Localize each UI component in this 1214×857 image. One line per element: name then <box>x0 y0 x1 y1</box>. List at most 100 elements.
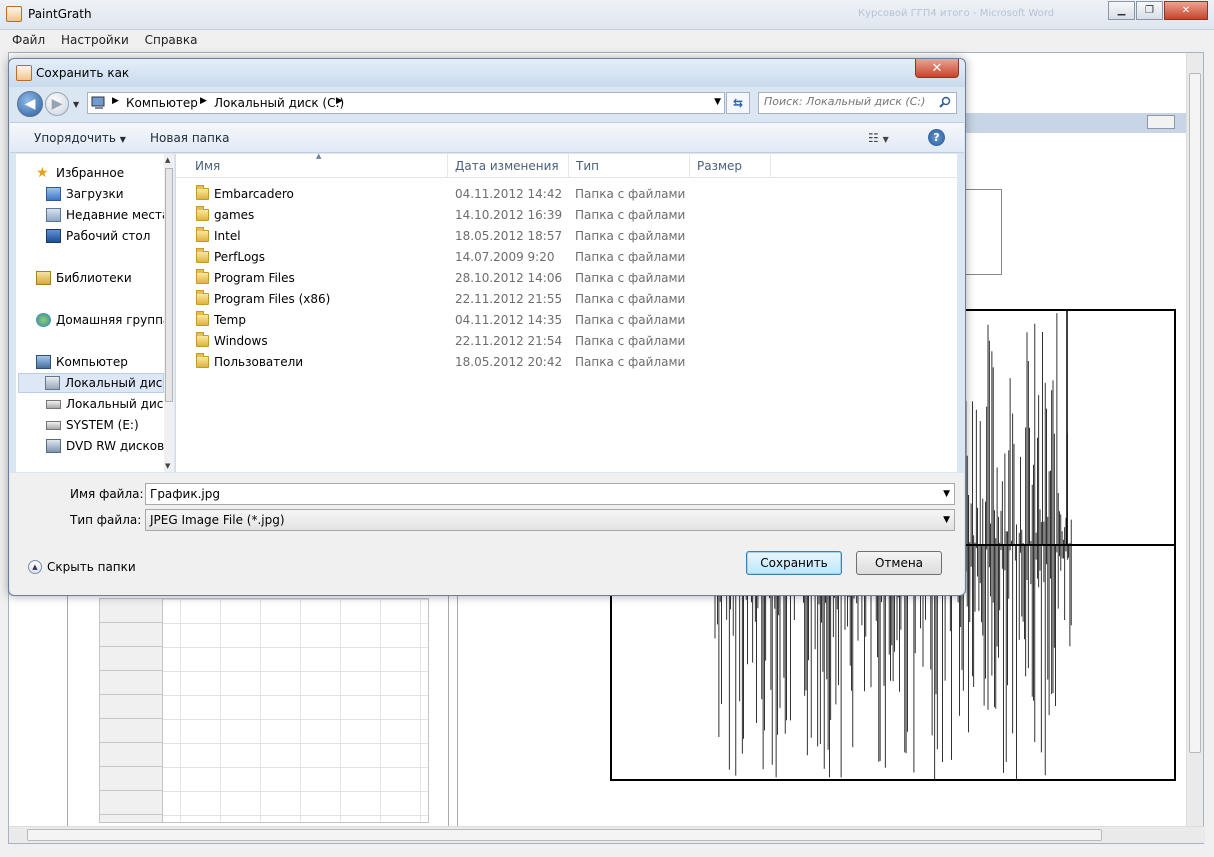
dialog-titlebar: Сохранить как ✕ <box>9 59 965 87</box>
cancel-button[interactable]: Отмена <box>856 551 942 575</box>
drive-icon <box>46 420 61 430</box>
address-dropdown-icon[interactable]: ▼ <box>714 97 721 107</box>
folder-icon <box>196 227 209 242</box>
nav-favorites[interactable]: ★ Избранное <box>36 163 174 183</box>
minimize-button[interactable]: ▁ <box>1108 1 1135 20</box>
column-headers: ▲ Имя Дата изменения Тип Размер <box>176 152 958 178</box>
column-date-modified[interactable]: Дата изменения <box>449 154 569 178</box>
filetype-label: Тип файла: <box>70 513 142 527</box>
view-options-button[interactable]: ☷ ▼ <box>868 131 889 145</box>
breadcrumb-separator-icon[interactable]: ▶ <box>200 96 207 106</box>
file-name: Program Files (x86) <box>214 292 331 306</box>
dialog-footer: Имя файла: График.jpg ▼ Тип файла: JPEG … <box>10 473 964 595</box>
chevron-down-icon[interactable]: ▼ <box>943 489 950 499</box>
restore-button[interactable]: ❐ <box>1136 1 1163 20</box>
file-row[interactable]: games 14.10.2012 16:39 Папка с файлами <box>176 205 958 226</box>
navigation-bar: ◀ ▶ ▼ ▶ Компьютер ▶ Локальный диск (C:) … <box>9 87 965 121</box>
chevron-down-icon: ▼ <box>119 135 126 144</box>
file-row[interactable]: Embarcadero 04.11.2012 14:42 Папка с файла… <box>176 184 958 205</box>
breadcrumb-drive-c[interactable]: Локальный диск (C:) <box>214 96 344 110</box>
nav-libraries[interactable]: Библиотеки <box>36 268 174 288</box>
file-date: 22.11.2012 21:54 <box>455 334 563 348</box>
chevron-up-icon: ▲ <box>28 560 42 574</box>
breadcrumb-separator-icon[interactable]: ▶ <box>336 96 343 106</box>
new-folder-button[interactable]: Новая папка <box>150 131 229 145</box>
file-date: 18.05.2012 20:42 <box>455 355 563 369</box>
file-row[interactable]: Temp 04.11.2012 14:35 Папка с файлами <box>176 310 958 331</box>
dialog-icon <box>16 65 32 81</box>
nav-dvd-drive[interactable]: DVD RW дисковод <box>46 436 174 456</box>
file-type: Папка с файлами <box>575 292 686 306</box>
file-date: 04.11.2012 14:35 <box>455 313 563 327</box>
file-row[interactable]: Program Files (x86) 22.11.2012 21:55 Папка… <box>176 289 958 310</box>
file-row[interactable]: Windows 22.11.2012 21:54 Папка с файлами <box>176 331 958 352</box>
organize-button[interactable]: Упорядочить ▼ <box>34 131 126 145</box>
data-grid[interactable] <box>99 598 429 823</box>
nav-homegroup[interactable]: Домашняя группа <box>36 310 174 330</box>
nav-recent-places[interactable]: Недавние места <box>46 205 174 225</box>
file-name: Temp <box>214 313 246 327</box>
forward-button[interactable]: ▶ <box>45 92 69 116</box>
homegroup-icon <box>36 313 51 327</box>
file-row[interactable]: Пользователи 18.05.2012 20:42 Папка с файл… <box>176 352 958 373</box>
child-restore-button[interactable] <box>1147 115 1175 129</box>
column-size[interactable]: Размер <box>691 154 771 178</box>
search-icon[interactable] <box>939 96 951 108</box>
history-dropdown-icon[interactable]: ▼ <box>73 100 79 109</box>
nav-drive-c[interactable]: Локальный диск (C:) <box>18 373 164 393</box>
nav-downloads[interactable]: Загрузки <box>46 184 174 204</box>
menubar: Файл Настройки Справка <box>0 31 1214 51</box>
hide-folders-toggle[interactable]: ▲ Скрыть папки <box>28 560 136 574</box>
file-row[interactable]: PerfLogs 14.07.2009 9:20 Папка с файлами <box>176 247 958 268</box>
navigation-scrollbar[interactable]: ▲ ▼ <box>164 154 174 472</box>
search-input[interactable] <box>764 95 934 108</box>
file-list: ▲ Имя Дата изменения Тип Размер Embarcad… <box>175 152 958 472</box>
nav-computer[interactable]: Компьютер <box>36 352 174 372</box>
help-button[interactable]: ? <box>928 129 945 146</box>
file-name: Windows <box>214 334 268 348</box>
menu-settings[interactable]: Настройки <box>61 33 129 47</box>
save-button[interactable]: Сохранить <box>746 551 842 575</box>
filename-input[interactable]: График.jpg ▼ <box>145 483 955 505</box>
file-row[interactable]: Intel 18.05.2012 18:57 Папка с файлами <box>176 226 958 247</box>
breadcrumb-separator-icon[interactable]: ▶ <box>112 96 119 106</box>
search-box[interactable] <box>758 92 957 114</box>
close-button[interactable]: ✕ <box>1164 1 1208 20</box>
file-name: Intel <box>214 229 241 243</box>
organize-label: Упорядочить <box>34 131 116 145</box>
app-title: PaintGrath <box>28 7 92 21</box>
file-type: Папка с файлами <box>575 334 686 348</box>
file-date: 04.11.2012 14:42 <box>455 187 563 201</box>
nav-desktop[interactable]: Рабочий стол <box>46 226 174 246</box>
menu-file[interactable]: Файл <box>12 33 45 47</box>
menu-help[interactable]: Справка <box>145 33 198 47</box>
scroll-up-icon[interactable]: ▲ <box>165 156 170 164</box>
vertical-scrollbar[interactable] <box>1186 53 1203 828</box>
nav-drive-e[interactable]: SYSTEM (E:) <box>46 415 174 435</box>
dialog-close-button[interactable]: ✕ <box>915 59 959 78</box>
chevron-down-icon[interactable]: ▼ <box>943 515 950 525</box>
filetype-select[interactable]: JPEG Image File (*.jpg) ▼ <box>145 509 955 531</box>
file-name: Пользователи <box>214 355 304 369</box>
nav-drive-d[interactable]: Локальный диск (D:) <box>46 394 174 414</box>
back-button[interactable]: ◀ <box>17 91 43 117</box>
filetype-value: JPEG Image File (*.jpg) <box>150 513 285 527</box>
column-name[interactable]: Имя <box>176 154 448 178</box>
file-type: Папка с файлами <box>575 271 686 285</box>
background-window-title: Курсовой ГГП4 итого - Microsoft Word <box>858 8 1055 19</box>
scroll-down-icon[interactable]: ▼ <box>165 462 170 470</box>
column-type[interactable]: Тип <box>570 154 690 178</box>
file-date: 14.10.2012 16:39 <box>455 208 563 222</box>
dialog-title: Сохранить как <box>36 66 130 80</box>
file-date: 22.11.2012 21:55 <box>455 292 563 306</box>
details-view-icon: ☷ <box>868 131 879 145</box>
address-bar[interactable]: ▶ Компьютер ▶ Локальный диск (C:) ▶ ▼ <box>87 92 725 114</box>
refresh-button[interactable]: ⇆ <box>726 92 750 114</box>
file-name: Program Files <box>214 271 295 285</box>
file-row[interactable]: Program Files 28.10.2012 14:06 Папка с фай… <box>176 268 958 289</box>
file-name: games <box>214 208 255 222</box>
file-date: 18.05.2012 18:57 <box>455 229 563 243</box>
dvd-drive-icon <box>46 439 61 453</box>
horizontal-scrollbar[interactable] <box>9 826 1205 843</box>
breadcrumb-computer[interactable]: Компьютер <box>126 96 198 110</box>
